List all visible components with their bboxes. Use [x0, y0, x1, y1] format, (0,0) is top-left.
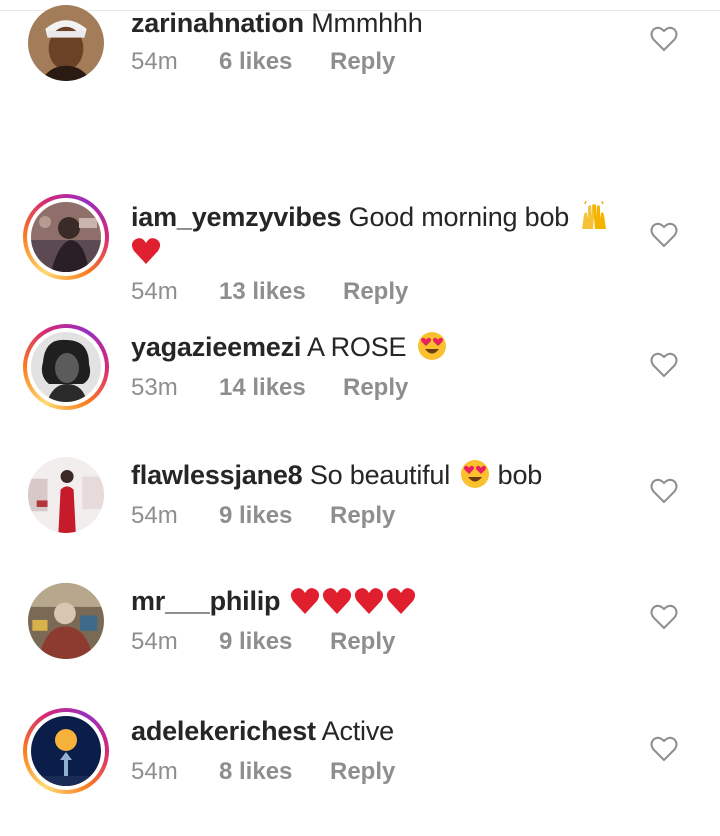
comment-likes[interactable]: 13 likes [219, 278, 306, 306]
comment-item: iam_yemzyvibes Good morning bob 54m 13 l… [0, 194, 720, 322]
comment-username[interactable]: adelekerichest [131, 716, 316, 746]
comment-username[interactable]: iam_yemzyvibes [131, 202, 342, 232]
comment-body: Active [321, 716, 395, 746]
comment-time: 54m [131, 278, 178, 305]
red-heart-emoji-icon [322, 587, 352, 615]
comment-username[interactable]: flawlessjane8 [131, 460, 303, 490]
avatar [31, 716, 101, 786]
comment-text-line: flawlessjane8 So beautiful bob [131, 458, 631, 492]
reply-button[interactable]: Reply [343, 374, 408, 402]
comment-time: 54m [131, 48, 178, 75]
red-heart-emoji-icon [354, 587, 384, 615]
raising-hands-emoji-icon [579, 201, 609, 231]
comment-username[interactable]: mr___philip [131, 586, 281, 616]
comment-text-line: zarinahnation Mmmhhh [131, 6, 631, 40]
comment-item: flawlessjane8 So beautiful bob 54m 9 lik… [0, 452, 720, 580]
comment-item: adelekerichest Active 54m 8 likes Reply [0, 708, 720, 836]
comment-body: A ROSE [307, 332, 407, 362]
avatar-story-ring[interactable] [23, 324, 109, 410]
comment-text-line: mr___philip [131, 584, 631, 618]
reply-button[interactable]: Reply [330, 628, 395, 656]
reply-button[interactable]: Reply [343, 278, 408, 306]
reply-button[interactable]: Reply [330, 758, 395, 786]
comment-item: mr___philip 54m 9 likes Reply [0, 578, 720, 706]
avatar [31, 332, 101, 402]
heart-eyes-emoji-icon [460, 459, 490, 489]
comment-likes[interactable]: 8 likes [219, 758, 292, 786]
comment-body: So beautiful [309, 460, 451, 490]
red-heart-emoji-icon [290, 587, 320, 615]
heart-outline-icon[interactable] [650, 26, 678, 52]
comment-item: yagazieemezi A ROSE 53m 14 likes Reply [0, 324, 720, 452]
avatar-frame[interactable] [23, 0, 109, 86]
comment-text-line: yagazieemezi A ROSE [131, 330, 631, 364]
avatar [28, 583, 104, 659]
avatar [28, 457, 104, 533]
comment-time: 54m [131, 502, 178, 529]
comment-body: Good morning bob [348, 202, 570, 232]
comment-text-line: adelekerichest Active [131, 714, 631, 748]
comment-time: 54m [131, 758, 178, 785]
heart-outline-icon[interactable] [650, 736, 678, 762]
avatar-story-ring[interactable] [23, 194, 109, 280]
comment-likes[interactable]: 14 likes [219, 374, 306, 402]
comment-body-after: bob [497, 460, 543, 490]
comment-body: Mmmhhh [311, 8, 423, 38]
comment-time: 53m [131, 374, 178, 401]
comment-likes[interactable]: 6 likes [219, 48, 292, 76]
comment-likes[interactable]: 9 likes [219, 502, 292, 530]
red-heart-emoji-icon [386, 587, 416, 615]
heart-outline-icon[interactable] [650, 222, 678, 248]
comment-likes[interactable]: 9 likes [219, 628, 292, 656]
heart-outline-icon[interactable] [650, 352, 678, 378]
avatar-story-ring[interactable] [23, 708, 109, 794]
red-heart-emoji-icon [131, 237, 161, 265]
heart-eyes-emoji-icon [417, 331, 447, 361]
comment-item: zarinahnation Mmmhhh 54m 6 likes Reply [0, 0, 720, 128]
comment-time: 54m [131, 628, 178, 655]
comment-text-line: iam_yemzyvibes Good morning bob [131, 200, 631, 268]
heart-outline-icon[interactable] [650, 604, 678, 630]
reply-button[interactable]: Reply [330, 502, 395, 530]
comment-username[interactable]: yagazieemezi [131, 332, 301, 362]
heart-outline-icon[interactable] [650, 478, 678, 504]
avatar-frame[interactable] [23, 452, 109, 538]
comment-username[interactable]: zarinahnation [131, 8, 304, 38]
avatar [31, 202, 101, 272]
avatar-frame[interactable] [23, 578, 109, 664]
reply-button[interactable]: Reply [330, 48, 395, 76]
avatar [28, 5, 104, 81]
